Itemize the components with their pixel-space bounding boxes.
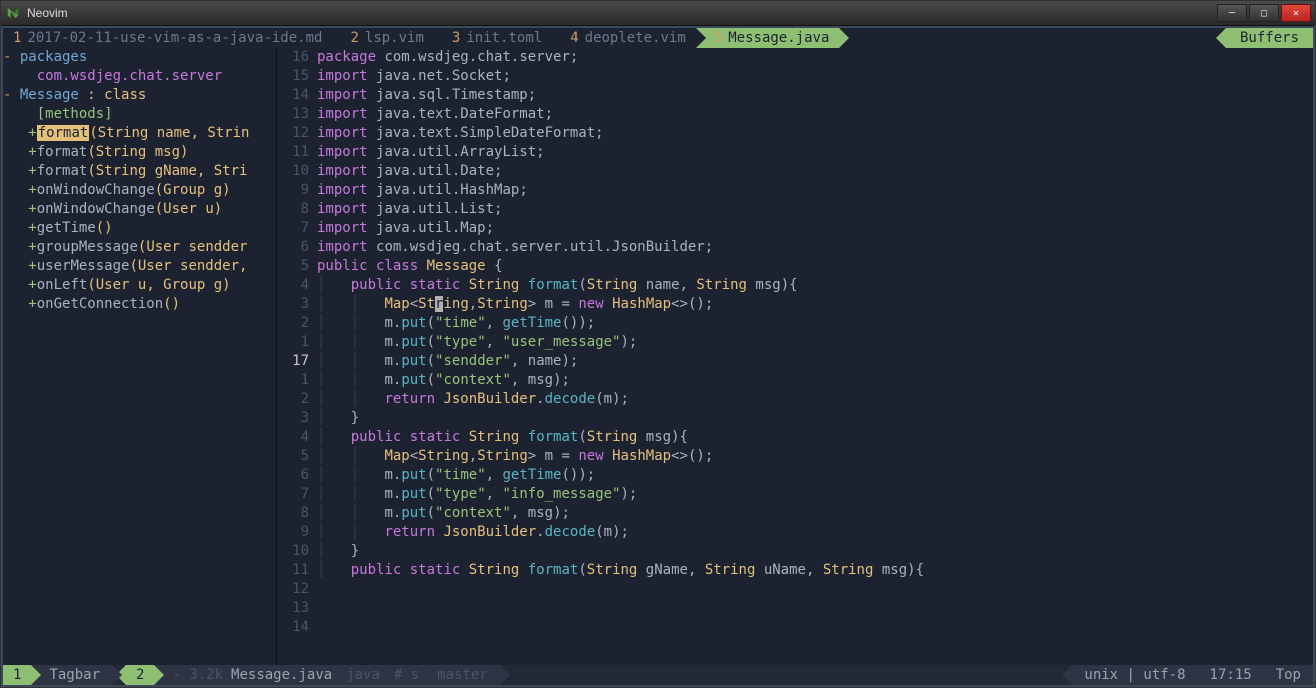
neovim-icon: [5, 5, 21, 21]
tagbar-pane[interactable]: - packages com.wsdjeg.chat.server- Messa…: [3, 48, 277, 665]
status-right-mode: 2: [126, 665, 154, 685]
close-button[interactable]: ✕: [1281, 4, 1311, 22]
tab-Message.java[interactable]: 5Message.java: [696, 28, 840, 48]
window-title: Neovim: [27, 6, 1215, 20]
tagbar-item[interactable]: +format(String msg): [3, 143, 276, 162]
tagbar-item[interactable]: +userMessage(User sendder,: [3, 257, 276, 276]
status-pos: Top: [1264, 665, 1313, 685]
status-file: - 3.2k Message.java java # s master: [154, 665, 499, 685]
tagbar-item[interactable]: +onWindowChange(User u): [3, 200, 276, 219]
maximize-button[interactable]: □: [1249, 4, 1279, 22]
minimize-button[interactable]: ─: [1217, 4, 1247, 22]
tagbar-item[interactable]: - Message : class: [3, 86, 276, 105]
tagbar-item[interactable]: +format(String gName, Stri: [3, 162, 276, 181]
tabline: 12017-02-11-use-vim-as-a-java-ide.md2lsp…: [3, 28, 1313, 48]
tagbar-item[interactable]: [methods]: [3, 105, 276, 124]
code-area[interactable]: package com.wsdjeg.chat.server;import ja…: [317, 48, 1313, 665]
tagbar-item[interactable]: +getTime(): [3, 219, 276, 238]
status-left-mode: 1: [3, 665, 31, 685]
tab-init.toml[interactable]: 3init.toml: [434, 28, 552, 48]
tagbar-item[interactable]: +onWindowChange(Group g): [3, 181, 276, 200]
window-titlebar[interactable]: Neovim ─ □ ✕: [1, 1, 1315, 26]
tab-deoplete.vim[interactable]: 4deoplete.vim: [552, 28, 696, 48]
tagbar-item[interactable]: +groupMessage(User sendder: [3, 238, 276, 257]
tagbar-item[interactable]: +onLeft(User u, Group g): [3, 276, 276, 295]
tagbar-item[interactable]: +format(String name, Strin: [3, 124, 276, 143]
tagbar-item[interactable]: com.wsdjeg.chat.server: [3, 67, 276, 86]
statusline: 1 Tagbar 2 - 3.2k Message.java java # s …: [3, 665, 1313, 685]
tagbar-item[interactable]: +onGetConnection(): [3, 295, 276, 314]
tab-lsp.vim[interactable]: 2lsp.vim: [332, 28, 433, 48]
status-left-label: Tagbar: [31, 665, 112, 685]
tab-2017-02-11-use-vim-as-a-java-ide.md[interactable]: 12017-02-11-use-vim-as-a-java-ide.md: [3, 28, 332, 48]
line-number-gutter: 1615141312111098765432117123456789101112…: [277, 48, 317, 665]
editor-pane[interactable]: 1615141312111098765432117123456789101112…: [277, 48, 1313, 665]
status-enc: unix | utf-8: [1072, 665, 1197, 685]
tagbar-item[interactable]: - packages: [3, 48, 276, 67]
buffers-button[interactable]: Buffers: [1226, 28, 1313, 48]
